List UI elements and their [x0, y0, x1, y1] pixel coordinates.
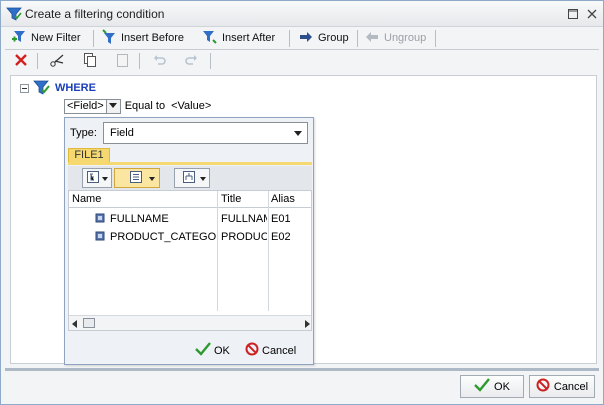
condition-row: <Field> Equal to <Value>	[64, 98, 211, 114]
field-title: PRODUCT	[221, 231, 267, 243]
copy-button[interactable]	[80, 52, 100, 70]
title-bar: Create a filtering condition	[1, 1, 603, 27]
view-hierarchy-button[interactable]	[174, 168, 210, 188]
view-list-button[interactable]	[114, 168, 160, 188]
close-icon[interactable]	[585, 7, 599, 21]
redo-button[interactable]	[181, 52, 201, 70]
delete-button[interactable]	[11, 52, 31, 70]
toolbar-divider	[210, 53, 211, 69]
insert-after-button[interactable]: Insert After	[202, 28, 275, 48]
insert-before-icon	[101, 28, 117, 48]
view-tree-button[interactable]	[82, 168, 112, 188]
triangle-down-icon	[109, 100, 118, 112]
paste-button[interactable]	[112, 52, 132, 70]
column-header-alias[interactable]: Alias	[271, 193, 295, 205]
file-tab[interactable]: FILE1	[68, 148, 110, 163]
ungroup-button[interactable]: Ungroup	[364, 28, 426, 48]
scroll-thumb[interactable]	[83, 318, 95, 328]
type-select[interactable]: Field	[103, 122, 308, 144]
insert-after-icon	[202, 29, 218, 48]
where-filter-icon	[33, 79, 51, 100]
undo-icon	[152, 52, 168, 71]
new-filter-button[interactable]: New Filter	[11, 28, 81, 48]
value-selector[interactable]: <Value>	[171, 100, 211, 112]
group-button[interactable]: Group	[298, 28, 349, 48]
horizontal-scrollbar[interactable]	[69, 315, 311, 330]
table-row[interactable]: PRODUCT_CATEGORY PRODUCT E02	[69, 228, 311, 246]
field-dropdown-button[interactable]	[106, 98, 121, 114]
edit-toolbar	[5, 50, 599, 72]
type-label: Type:	[70, 127, 97, 139]
popup-cancel-button[interactable]: Cancel	[245, 342, 296, 359]
fields-table: Name Title Alias FULLNAME FULLNAM E01 PR…	[68, 190, 312, 331]
field-icon	[95, 231, 105, 244]
list-view-icon	[129, 170, 143, 187]
field-name: PRODUCT_CATEGORY	[110, 231, 216, 243]
field-icon	[95, 213, 105, 226]
table-row[interactable]: FULLNAME FULLNAM E01	[69, 210, 311, 228]
scissors-icon	[49, 52, 65, 71]
toolbar-divider	[357, 30, 358, 47]
checkmark-icon	[195, 342, 211, 359]
toolbar-divider	[289, 30, 290, 47]
cancel-icon	[536, 378, 550, 395]
scroll-right-icon[interactable]	[304, 319, 310, 330]
window-title: Create a filtering condition	[25, 7, 165, 21]
paste-icon	[114, 52, 130, 71]
toolbar-divider	[139, 53, 140, 69]
where-label: WHERE	[55, 82, 96, 94]
field-chooser-popup: Type: Field FILE1 Name Title Alias FULLN…	[64, 117, 314, 365]
checkmark-icon	[474, 378, 490, 395]
main-toolbar: New Filter Insert Before Insert After Gr…	[5, 28, 599, 48]
toolbar-divider	[93, 30, 94, 47]
field-name: FULLNAME	[110, 213, 169, 225]
toolbar-divider	[37, 53, 38, 69]
operator-label[interactable]: Equal to	[125, 100, 165, 112]
maximize-icon[interactable]	[566, 7, 580, 21]
column-divider	[217, 191, 218, 311]
scroll-left-icon[interactable]	[72, 319, 78, 330]
arrow-right-icon	[298, 29, 314, 48]
column-header-name[interactable]: Name	[72, 193, 101, 205]
ok-button[interactable]: OK	[460, 375, 524, 398]
field-alias: E01	[271, 213, 291, 225]
undo-button[interactable]	[150, 52, 170, 70]
tab-strip	[68, 162, 312, 165]
redo-icon	[183, 52, 199, 71]
field-alias: E02	[271, 231, 291, 243]
triangle-down-icon	[149, 172, 155, 184]
collapse-icon[interactable]	[20, 84, 29, 93]
field-selector[interactable]: <Field>	[64, 98, 107, 114]
column-header-title[interactable]: Title	[221, 193, 241, 205]
triangle-down-icon	[200, 172, 206, 184]
column-divider	[268, 191, 269, 311]
new-filter-icon	[11, 29, 27, 48]
filter-dialog: Create a filtering condition New Filter …	[0, 0, 604, 405]
cancel-icon	[245, 342, 259, 359]
table-header: Name Title Alias	[69, 191, 311, 208]
cancel-button[interactable]: Cancel	[529, 375, 595, 398]
insert-before-button[interactable]: Insert Before	[101, 28, 184, 48]
arrow-left-icon	[364, 29, 380, 48]
chevron-down-icon[interactable]	[291, 126, 305, 140]
hierarchy-icon	[182, 170, 196, 187]
type-value: Field	[110, 127, 134, 139]
view-mode-bar	[68, 166, 312, 190]
popup-ok-button[interactable]: OK	[195, 342, 230, 359]
triangle-down-icon	[102, 172, 108, 184]
tree-view-icon	[86, 170, 100, 187]
footer-divider	[5, 368, 599, 371]
copy-icon	[82, 52, 98, 71]
filter-icon	[6, 6, 22, 25]
field-title: FULLNAM	[221, 213, 267, 225]
toolbar-divider	[435, 30, 436, 47]
delete-x-icon	[14, 53, 28, 70]
cut-button[interactable]	[47, 52, 67, 70]
